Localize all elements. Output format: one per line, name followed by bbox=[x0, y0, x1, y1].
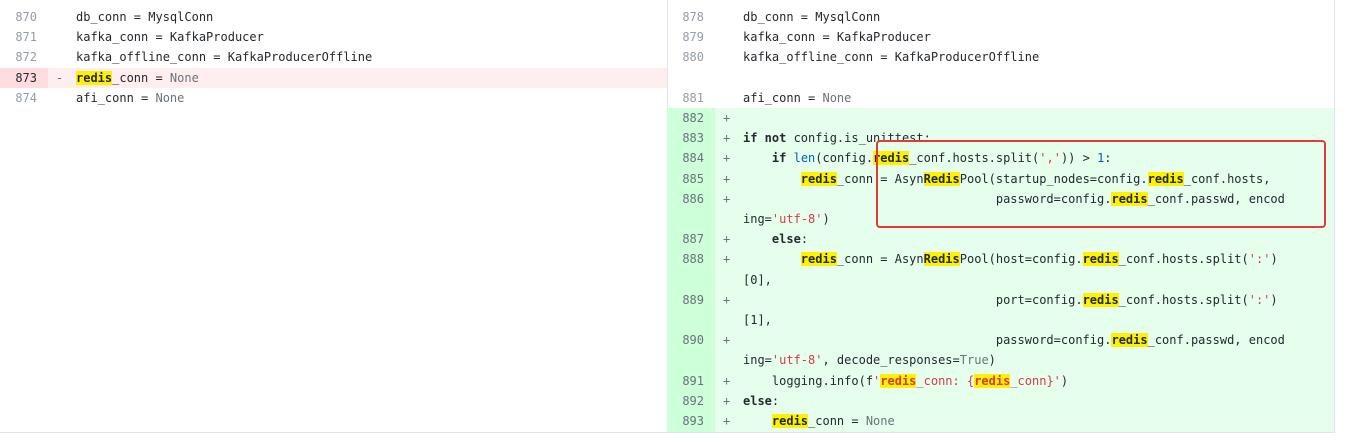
diff-line: 882 + bbox=[667, 108, 1334, 129]
diff-sign bbox=[723, 47, 737, 67]
diff-sign bbox=[723, 7, 737, 27]
diff-line: ing='utf-8', decode_responses=True) bbox=[667, 350, 1334, 371]
code-text: kafka_conn = KafkaProducer bbox=[76, 30, 264, 45]
line-number[interactable]: 893 bbox=[667, 411, 715, 432]
line-number[interactable]: 892 bbox=[667, 390, 715, 411]
code-text: else: bbox=[771, 232, 809, 247]
diff-sign: + bbox=[723, 393, 731, 408]
diff-sign: + bbox=[723, 292, 731, 307]
diff-sign: + bbox=[723, 414, 731, 428]
diff-line: 878 db_conn = MysqlConn bbox=[667, 7, 1334, 27]
line-number-gutter bbox=[667, 431, 715, 432]
code-text: [1], bbox=[743, 313, 772, 327]
diff-sign bbox=[723, 68, 737, 88]
line-number[interactable]: 882 bbox=[667, 108, 715, 129]
line-number[interactable]: 881 bbox=[667, 88, 715, 108]
diff-line: 887 + else: bbox=[667, 229, 1334, 250]
line-number[interactable]: 885 bbox=[667, 168, 715, 189]
annotation-box bbox=[876, 140, 1326, 228]
diff-line: 872 kafka_offline_conn = KafkaProducerOff… bbox=[0, 47, 667, 67]
code-text: afi_conn = None bbox=[743, 90, 852, 105]
code-text: kafka_offline_conn = KafkaProducerOfflin… bbox=[76, 50, 373, 65]
code-text: redis_conn = None bbox=[771, 414, 895, 428]
line-number[interactable]: 886 bbox=[667, 188, 715, 209]
diff-line: 890 + password=config.redis_conf.passwd, … bbox=[667, 330, 1334, 351]
diff-line: 888 + redis_conn = AsynRedisPool(host=con… bbox=[667, 249, 1334, 270]
code-text: redis_conn = AsynRedisPool(host=config.r… bbox=[800, 252, 1278, 267]
diff-sign: + bbox=[723, 333, 731, 348]
diff-sign bbox=[723, 209, 737, 229]
diff-sign bbox=[56, 7, 70, 27]
line-number[interactable] bbox=[667, 310, 715, 331]
diff-sign bbox=[56, 27, 70, 47]
diff-line: 889 + port=config.redis_conf.hosts.split(… bbox=[667, 289, 1334, 310]
left-pane-original: 870 db_conn = MysqlConn 871 kafka_conn = Ka… bbox=[0, 0, 667, 432]
line-number[interactable] bbox=[667, 209, 715, 230]
code-text: port=config.redis_conf.hosts.split(':') bbox=[743, 292, 1278, 307]
code-text: logging.info(f'redis_conn: {redis_conn}'… bbox=[743, 373, 1069, 388]
line-number[interactable]: 889 bbox=[667, 289, 715, 310]
code-text: else: bbox=[743, 393, 780, 408]
diff-line: 874 afi_conn = None bbox=[0, 88, 667, 108]
code-text: afi_conn = None bbox=[76, 90, 185, 105]
code-text: password=config.redis_conf.passwd, encod bbox=[743, 333, 1285, 348]
line-number[interactable]: 880 bbox=[667, 47, 715, 67]
diff-line: 871 kafka_conn = KafkaProducer bbox=[0, 27, 667, 47]
line-number[interactable]: 873 bbox=[0, 67, 48, 88]
line-number[interactable]: 879 bbox=[667, 27, 715, 47]
diff-line bbox=[667, 68, 1334, 88]
code-text: ing='utf-8', decode_responses=True) bbox=[743, 353, 996, 368]
diff-sign bbox=[723, 310, 737, 330]
line-number[interactable]: 887 bbox=[667, 229, 715, 250]
diff-sign: + bbox=[723, 373, 731, 388]
diff-sign bbox=[723, 88, 737, 108]
line-number[interactable]: 874 bbox=[0, 88, 48, 108]
diff-sign bbox=[723, 27, 737, 47]
diff-line: 892 + else: bbox=[667, 390, 1334, 411]
diff-sign bbox=[723, 270, 737, 290]
line-number[interactable]: 891 bbox=[667, 370, 715, 391]
diff-line: 881 afi_conn = None bbox=[667, 88, 1334, 108]
line-number[interactable] bbox=[667, 68, 715, 88]
diff-line: [1], bbox=[667, 310, 1334, 331]
diff-line: 870 db_conn = MysqlConn bbox=[0, 7, 667, 27]
diff-sign: + bbox=[723, 111, 731, 125]
code-text: db_conn = MysqlConn bbox=[76, 10, 214, 24]
diff-sign: + bbox=[723, 191, 731, 206]
line-number[interactable]: 883 bbox=[667, 128, 715, 149]
diff-line: 873- redis_conn = None bbox=[0, 67, 667, 88]
diff-line: 891 + logging.info(f'redis_conn: {redis_c… bbox=[667, 370, 1334, 391]
line-number[interactable]: 890 bbox=[667, 330, 715, 351]
line-number[interactable]: 871 bbox=[0, 27, 48, 47]
diff-sign bbox=[56, 47, 70, 67]
line-number[interactable] bbox=[667, 350, 715, 371]
diff-fill bbox=[667, 431, 1334, 432]
diff-sign: - bbox=[56, 70, 64, 85]
code-text: kafka_offline_conn = KafkaProducerOfflin… bbox=[743, 50, 1040, 65]
diff-sign: + bbox=[723, 252, 731, 267]
diff-sign bbox=[56, 88, 70, 108]
line-number[interactable] bbox=[667, 269, 715, 290]
diff-sign: + bbox=[723, 232, 731, 247]
code-text: db_conn = MysqlConn bbox=[743, 10, 881, 24]
line-number[interactable]: 870 bbox=[0, 7, 48, 27]
diff-line: 879 kafka_conn = KafkaProducer bbox=[667, 27, 1334, 47]
diff-sign bbox=[723, 350, 737, 370]
diff-sign: + bbox=[723, 151, 731, 166]
line-number[interactable]: 872 bbox=[0, 47, 48, 67]
line-number[interactable]: 878 bbox=[667, 7, 715, 27]
diff-line: 880 kafka_offline_conn = KafkaProducerOff… bbox=[667, 47, 1334, 67]
line-number[interactable]: 884 bbox=[667, 148, 715, 169]
diff-sign: + bbox=[723, 131, 731, 146]
code-text: kafka_conn = KafkaProducer bbox=[743, 30, 931, 45]
line-number[interactable]: 888 bbox=[667, 249, 715, 270]
code-text: [0], bbox=[743, 272, 772, 287]
diff-line: [0], bbox=[667, 269, 1334, 290]
code-text: redis_conn = None bbox=[76, 70, 199, 85]
diff-sign: + bbox=[723, 171, 731, 186]
diff-line: 893 + redis_conn = None bbox=[667, 411, 1334, 432]
